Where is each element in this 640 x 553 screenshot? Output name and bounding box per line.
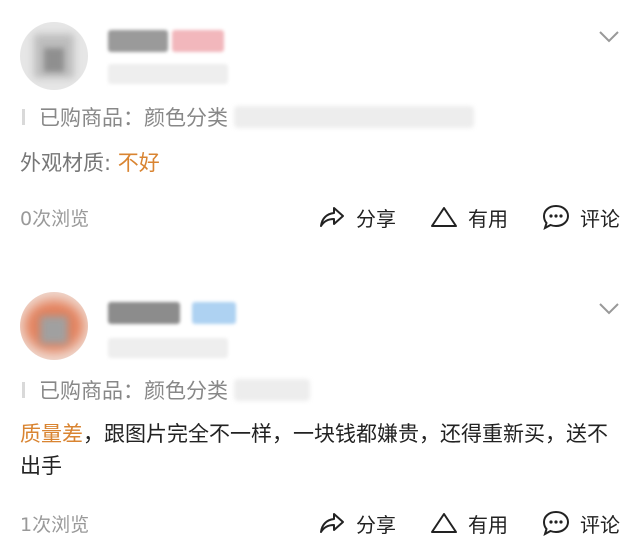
share-label: 分享 xyxy=(356,206,396,231)
tag-divider xyxy=(22,382,25,398)
spec-line: 外观材质: 不好 xyxy=(20,147,160,177)
avatar[interactable] xyxy=(20,292,88,360)
purchased-detail xyxy=(234,379,310,401)
username[interactable] xyxy=(108,302,180,324)
tag-divider xyxy=(22,109,25,125)
purchased-value: 颜色分类 xyxy=(144,106,228,130)
purchased-label: 已购商品： xyxy=(39,106,144,130)
purchased-item: 已购商品： 颜色分类 xyxy=(22,374,310,406)
triangle-icon xyxy=(431,207,457,227)
view-count: 1次浏览 xyxy=(20,513,90,536)
review-footer: 0次浏览 分享 有用 评论 xyxy=(20,200,620,234)
purchased-label: 已购商品： xyxy=(39,379,144,403)
review-card-2: 已购商品： 颜色分类 质量差，跟图片完全不一样，一块钱都嫌贵，还得重新买，送不出… xyxy=(0,270,640,553)
share-button[interactable]: 分享 xyxy=(318,203,396,232)
chevron-down-icon[interactable] xyxy=(598,302,620,316)
avatar[interactable] xyxy=(20,22,88,90)
share-icon xyxy=(320,513,344,533)
chevron-down-icon[interactable] xyxy=(598,30,620,44)
review-text: ，跟图片完全不一样，一块钱都嫌贵，还得重新买，送不出手 xyxy=(20,422,608,478)
review-date xyxy=(108,64,228,84)
useful-label: 有用 xyxy=(468,512,508,537)
useful-button[interactable]: 有用 xyxy=(430,203,508,232)
share-icon xyxy=(320,207,344,227)
view-count: 0次浏览 xyxy=(20,207,90,230)
purchased-detail xyxy=(234,106,474,128)
comment-button[interactable]: 评论 xyxy=(542,203,620,232)
review-content: 质量差，跟图片完全不一样，一块钱都嫌贵，还得重新买，送不出手 xyxy=(20,418,620,482)
triangle-icon xyxy=(431,513,457,533)
review-footer: 1次浏览 分享 有用 评论 xyxy=(20,506,620,540)
share-button[interactable]: 分享 xyxy=(318,509,396,538)
spec-label: 外观材质: xyxy=(20,151,112,175)
comment-icon xyxy=(542,204,570,230)
review-card-1: 已购商品： 颜色分类 外观材质: 不好 0次浏览 分享 有用 评论 xyxy=(0,0,640,260)
share-label: 分享 xyxy=(356,512,396,537)
comment-icon xyxy=(542,510,570,536)
user-badge xyxy=(192,302,236,324)
username[interactable] xyxy=(108,30,168,52)
purchased-value: 颜色分类 xyxy=(144,379,228,403)
comment-button[interactable]: 评论 xyxy=(542,509,620,538)
comment-label: 评论 xyxy=(580,206,620,231)
review-date xyxy=(108,338,228,358)
comment-label: 评论 xyxy=(580,512,620,537)
useful-button[interactable]: 有用 xyxy=(430,509,508,538)
spec-value: 不好 xyxy=(117,151,160,175)
user-badge xyxy=(172,30,224,52)
useful-label: 有用 xyxy=(468,206,508,231)
review-highlight: 质量差 xyxy=(20,422,83,446)
purchased-item: 已购商品： 颜色分类 xyxy=(22,101,474,133)
